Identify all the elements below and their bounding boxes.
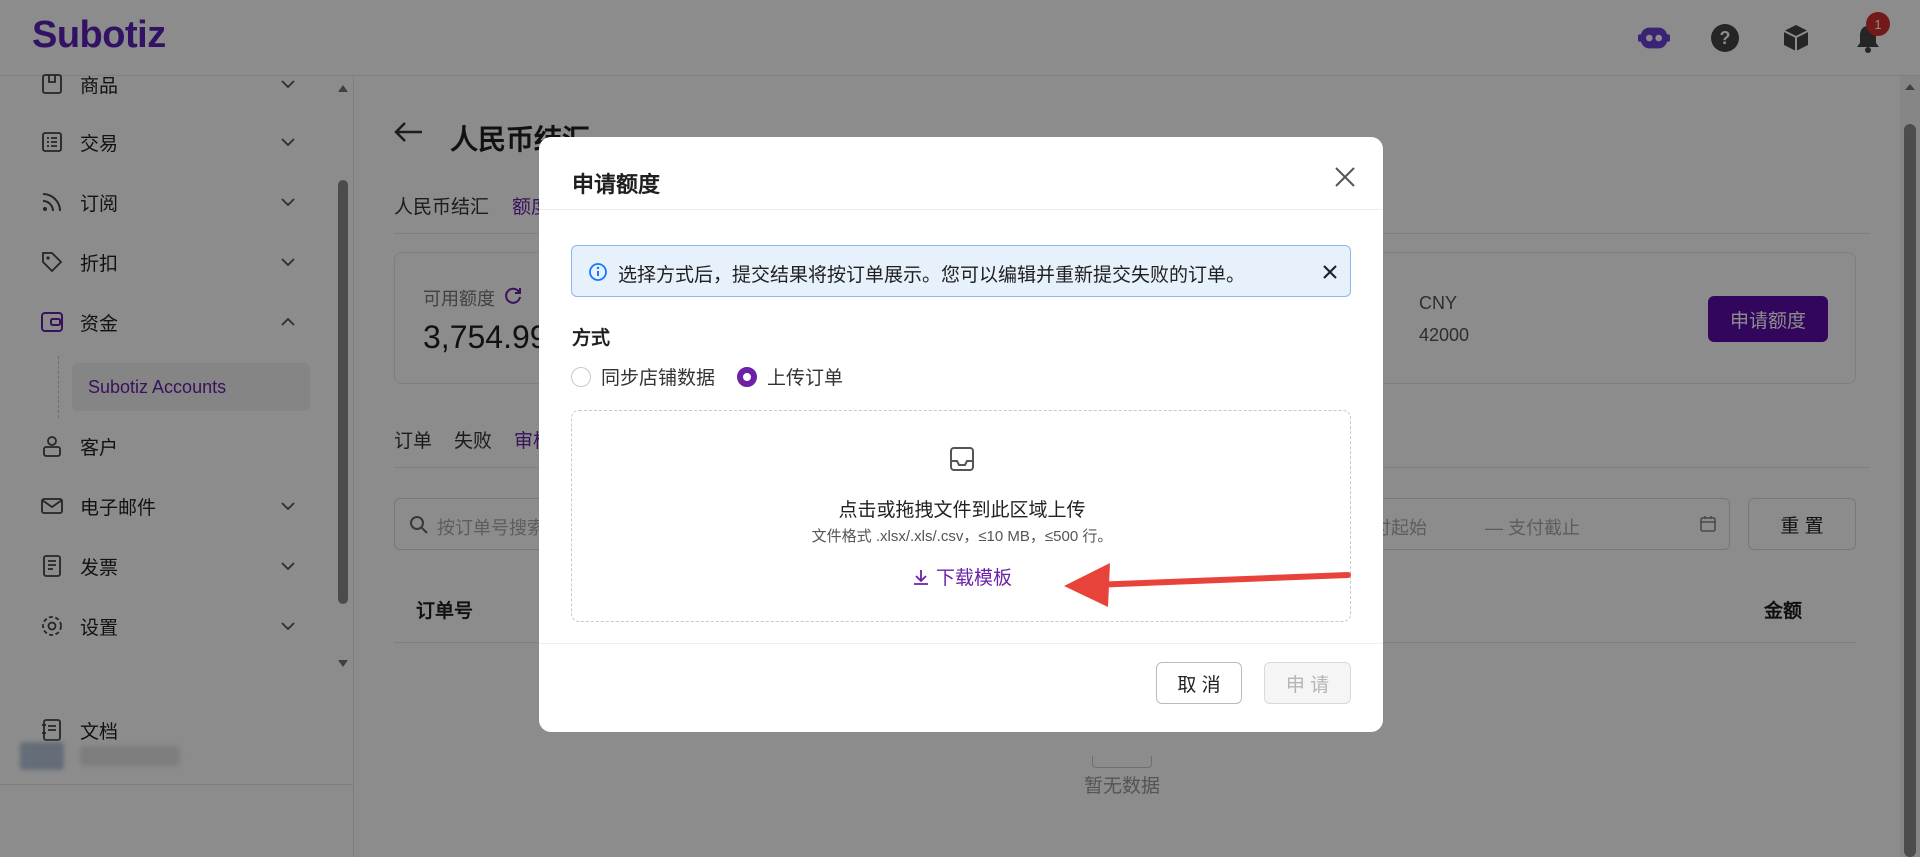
download-template-link[interactable]: 下载模板 [912,563,1012,590]
method-label: 方式 [572,328,611,349]
download-template-label: 下载模板 [936,568,1013,589]
modal-footer-divider [539,643,1383,644]
inbox-icon [948,445,976,478]
cancel-button[interactable]: 取 消 [1156,662,1242,704]
close-icon[interactable] [1329,161,1361,193]
upload-instruction: 点击或拖拽文件到此区域上传 [838,500,1086,521]
alert-message: 选择方式后，提交结果将按订单展示。您可以编辑并重新提交失败的订单。 [618,265,1246,286]
file-upload-dropzone[interactable]: 点击或拖拽文件到此区域上传 文件格式 .xlsx/.xls/.csv，≤10 M… [571,410,1351,622]
radio-circle[interactable] [571,366,591,387]
annotation-arrow [1064,563,1351,607]
modal-header-divider [539,209,1383,210]
info-icon [588,262,608,287]
radio-label: 同步店铺数据 [601,368,716,389]
apply-quota-modal: 申请额度 选择方式后，提交结果将按订单展示。您可以编辑并重新提交失败的订单。 方… [539,137,1383,732]
radio-sync-store-data[interactable]: 同步店铺数据 [571,363,715,390]
radio-circle-checked[interactable] [737,366,757,387]
info-alert: 选择方式后，提交结果将按订单展示。您可以编辑并重新提交失败的订单。 [571,245,1351,297]
upload-file-hint: 文件格式 .xlsx/.xls/.csv，≤10 MB，≤500 行。 [811,528,1113,545]
modal-title: 申请额度 [572,172,661,197]
download-icon [914,569,928,585]
alert-close-icon[interactable] [1320,262,1340,282]
radio-label: 上传订单 [767,368,844,389]
radio-upload-orders[interactable]: 上传订单 [737,363,843,390]
submit-apply-button[interactable]: 申 请 [1264,662,1351,704]
